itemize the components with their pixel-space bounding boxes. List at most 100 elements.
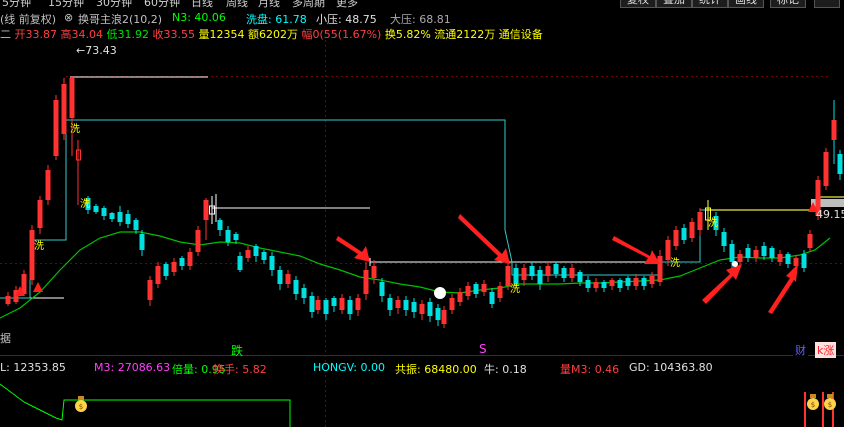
candle (641, 278, 647, 286)
candle (449, 298, 455, 310)
candle (155, 266, 161, 284)
candle (777, 254, 783, 262)
gd-value: GD: 104363.80 (629, 361, 713, 374)
candle (823, 152, 829, 186)
candle (837, 154, 843, 174)
gongzhen-value: 共振: 68480.00 (395, 363, 477, 376)
candle (309, 296, 315, 312)
candle (569, 268, 575, 278)
zhang-badge[interactable]: k涨 (815, 342, 837, 358)
candle (45, 170, 51, 200)
indicator-line (0, 383, 291, 427)
s-marker: S (479, 342, 487, 356)
high-arrow-icon: ← (76, 44, 86, 57)
arrow-icon (612, 236, 660, 264)
candle (521, 268, 527, 280)
candle (163, 264, 169, 276)
candle (609, 280, 615, 286)
candle (441, 310, 447, 324)
candle (285, 274, 291, 284)
arrow-icon (336, 236, 370, 262)
candle (387, 298, 393, 310)
candle (537, 270, 543, 284)
candle (435, 308, 441, 320)
candle (617, 280, 623, 288)
candle (403, 300, 409, 310)
candle (5, 296, 11, 304)
candle (109, 213, 115, 219)
candle (195, 230, 201, 252)
candle (577, 272, 583, 282)
candle (147, 280, 153, 300)
huanshou-value: 换手: 5.82 (213, 363, 267, 376)
candle (737, 254, 743, 262)
candle (261, 252, 267, 260)
candle (225, 230, 231, 242)
arrow-icon (702, 264, 742, 304)
die-label: 跌 (231, 344, 244, 358)
candle (745, 248, 751, 258)
money-bag-icon: $ (75, 396, 87, 412)
candle (355, 298, 361, 310)
candle (277, 270, 283, 284)
candle (681, 228, 687, 240)
resistance-lines (0, 76, 662, 299)
candle (673, 230, 679, 246)
candle (61, 84, 67, 134)
candle (633, 278, 639, 286)
candle (269, 256, 275, 270)
svg-text:$: $ (811, 401, 815, 409)
candle (473, 284, 479, 294)
candle (497, 286, 503, 298)
candle (649, 276, 655, 284)
candle (545, 266, 551, 276)
candle (323, 300, 329, 314)
right-price-label: 49.15 (816, 208, 844, 221)
candle (53, 100, 59, 156)
candle (379, 282, 385, 296)
candle (133, 220, 139, 230)
candle (481, 284, 487, 292)
left-edge-label: 据 (0, 332, 11, 345)
high-price-value: 73.43 (85, 44, 117, 57)
candle (697, 212, 703, 230)
candle (179, 258, 185, 266)
money-bag-icons: $ $ $ (75, 394, 836, 412)
candle (625, 278, 631, 286)
candle (411, 302, 417, 312)
l-value: L: 12353.85 (0, 361, 66, 374)
candle (489, 292, 495, 304)
arrow-icon (768, 264, 798, 314)
xi-marker: 洗 (80, 199, 90, 210)
xi-marker: 洗 (670, 258, 680, 269)
money-bag-icon: $ (807, 394, 819, 410)
liangm3-value: 量M3: 0.46 (560, 363, 620, 376)
right-price-value: 49.15 (816, 208, 844, 221)
candle (293, 280, 299, 294)
cai-badge[interactable]: 财 (793, 342, 808, 358)
candle (529, 266, 535, 276)
arrow-icon (33, 282, 43, 292)
candle (347, 300, 353, 314)
candle (203, 200, 209, 220)
candle (721, 232, 727, 246)
candle (315, 300, 321, 310)
candle (233, 234, 239, 240)
candle (395, 300, 401, 308)
candle (769, 248, 775, 258)
svg-text:$: $ (79, 403, 83, 411)
candle (761, 246, 767, 256)
candle (339, 298, 345, 310)
candle (785, 254, 791, 264)
hongv-value: HONGV: 0.00 (313, 361, 386, 374)
candle (117, 212, 123, 222)
svg-text:$: $ (828, 401, 832, 409)
candle (729, 244, 735, 262)
niu-value: 牛: 0.18 (484, 363, 527, 376)
candle (753, 250, 759, 258)
arrow-icon (458, 214, 510, 264)
xi-marker: 洗 (70, 124, 80, 135)
high-price-label: ←73.43 (76, 44, 117, 57)
candle (561, 268, 567, 278)
candle (125, 214, 131, 224)
